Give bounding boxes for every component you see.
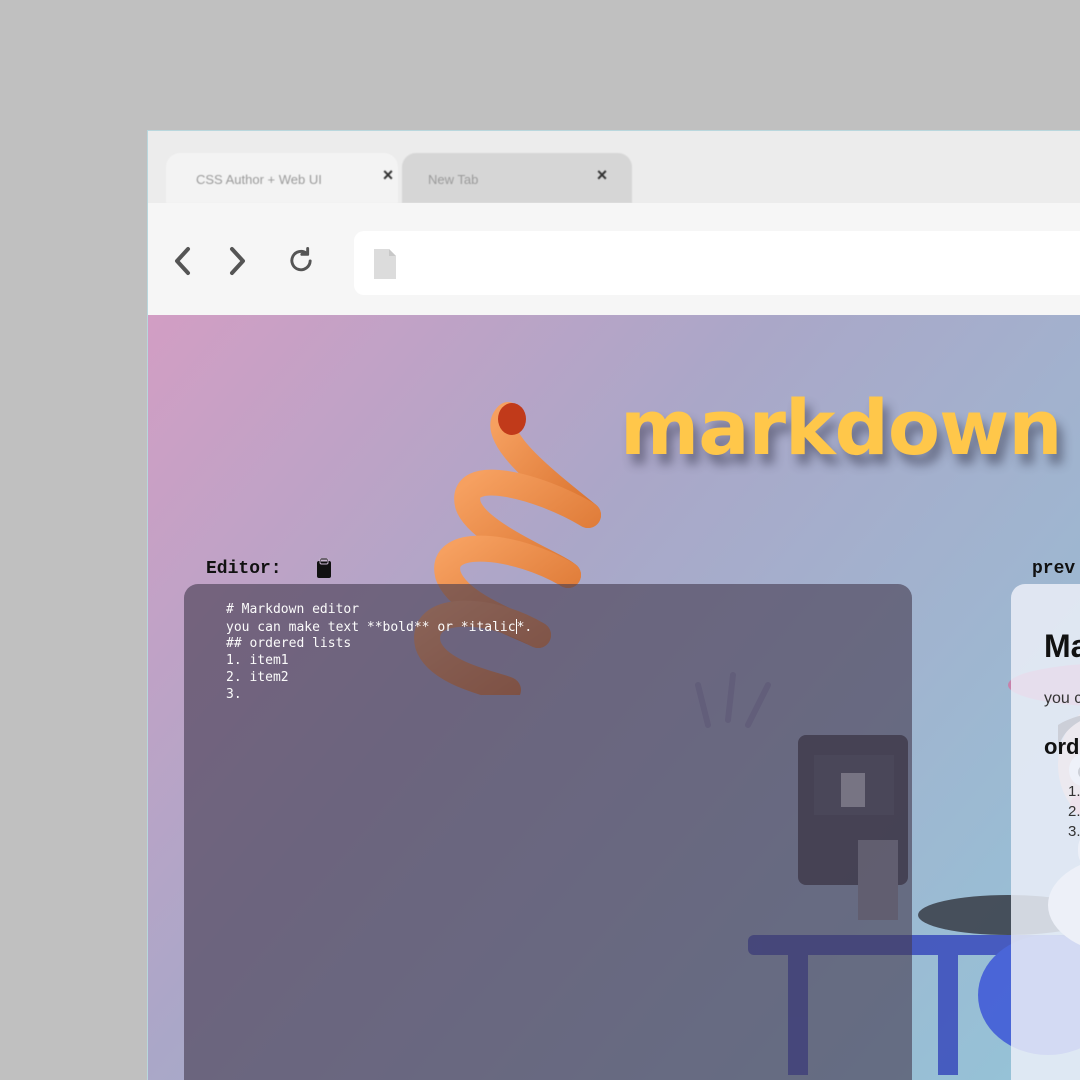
page-title: markdown e — [620, 383, 1080, 472]
editor-line-caret-after: *. — [516, 619, 533, 635]
address-bar[interactable] — [354, 231, 1080, 295]
editor-label: Editor: — [206, 559, 282, 579]
tab-title: CSS Author + Web UI — [196, 172, 322, 187]
editor-textarea[interactable]: # Markdown editor you can make text **bo… — [226, 602, 532, 703]
preview-heading-1: Ma — [1044, 628, 1080, 664]
tab-title: New Tab — [428, 172, 479, 187]
editor-line-caret-before: you can make text **bold** or *italic — [226, 619, 516, 635]
preview-panel: Ma you c ord 1. 2. 3. — [1011, 584, 1080, 1080]
reload-icon[interactable] — [286, 243, 316, 279]
tab-active[interactable]: CSS Author + Web UI × — [166, 153, 398, 203]
editor-line: # Markdown editor — [226, 602, 360, 617]
editor-line: ## ordered lists — [226, 636, 352, 652]
page-icon — [374, 249, 396, 279]
browser-window: CSS Author + Web UI × New Tab × markdown… — [148, 131, 1080, 1080]
browser-toolbar — [148, 203, 1080, 315]
close-icon[interactable]: × — [378, 165, 398, 185]
preview-ordered-list: 1. 2. 3. — [1068, 782, 1080, 842]
preview-label: prev — [1032, 559, 1076, 579]
close-icon[interactable]: × — [592, 165, 612, 185]
editor-line: 2. item2 — [226, 669, 289, 685]
clipboard-icon[interactable] — [316, 558, 332, 578]
page-content: markdown e — [148, 315, 1080, 1080]
editor-line: 1. item1 — [226, 653, 289, 669]
editor-line: 3. — [226, 686, 242, 702]
preview-heading-2: ord — [1044, 734, 1080, 759]
tab-new[interactable]: New Tab × — [402, 153, 632, 203]
list-item: 1. — [1068, 783, 1080, 800]
tab-strip: CSS Author + Web UI × New Tab × — [148, 131, 1080, 203]
markdown-editor[interactable]: # Markdown editor you can make text **bo… — [184, 584, 912, 1080]
back-arrow-icon[interactable] — [168, 243, 198, 279]
forward-arrow-icon[interactable] — [222, 243, 252, 279]
preview-paragraph: you c — [1044, 690, 1080, 707]
list-item: 3. — [1068, 823, 1080, 840]
list-item: 2. — [1068, 803, 1080, 820]
